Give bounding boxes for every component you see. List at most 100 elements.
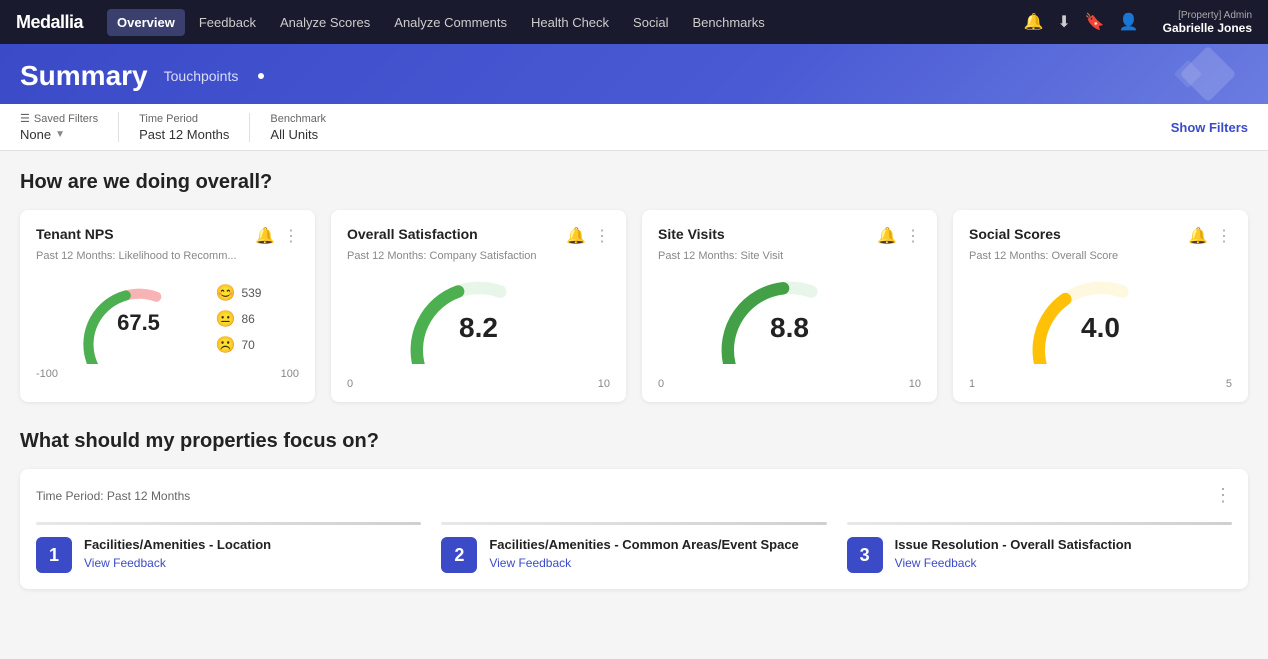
focus-item-name: Issue Resolution - Overall Satisfaction bbox=[895, 537, 1232, 554]
gauge-container: 67.5 😊 539 😐 86 ☹️ 70 -100 100 bbox=[36, 274, 299, 380]
nps-emoji: ☹️ bbox=[216, 335, 236, 355]
touchpoints-tab[interactable]: Touchpoints bbox=[164, 68, 239, 84]
focus-item-name: Facilities/Amenities - Location bbox=[84, 537, 421, 554]
gauge-container: 8.8 0 10 bbox=[658, 274, 921, 390]
focus-item: 2 Facilities/Amenities - Common Areas/Ev… bbox=[441, 537, 826, 573]
card-title: Site Visits bbox=[658, 226, 725, 242]
nav-link-analyze-comments[interactable]: Analyze Comments bbox=[384, 9, 517, 36]
focus-number: 1 bbox=[36, 537, 72, 573]
download-icon[interactable]: ⬇ bbox=[1057, 12, 1070, 32]
focus-text: Facilities/Amenities - Location View Fee… bbox=[84, 537, 421, 570]
score-card-overall-satisfaction: Overall Satisfaction 🔔 ⋮ Past 12 Months:… bbox=[331, 210, 626, 402]
gauge-wrapper: 67.5 bbox=[74, 274, 204, 364]
card-subtitle: Past 12 Months: Likelihood to Recomm... bbox=[36, 250, 299, 262]
focus-view-feedback-link[interactable]: View Feedback bbox=[895, 556, 977, 570]
nav-action-icons: 🔔 ⬇ 🔖 👤 [Property] Admin Gabrielle Jones bbox=[1023, 10, 1252, 35]
focus-items-grid: 1 Facilities/Amenities - Location View F… bbox=[36, 522, 1232, 573]
card-header: Social Scores 🔔 ⋮ bbox=[969, 226, 1232, 246]
focus-section-title: What should my properties focus on? bbox=[20, 430, 1248, 453]
gauge-legend: 0 10 bbox=[658, 378, 921, 390]
focus-divider bbox=[847, 522, 1232, 525]
card-subtitle: Past 12 Months: Company Satisfaction bbox=[347, 250, 610, 262]
focus-number: 2 bbox=[441, 537, 477, 573]
bookmark-icon[interactable]: 🔖 bbox=[1085, 12, 1105, 32]
filters-bar: ☰ Saved Filters None ▼ Time Period Past … bbox=[0, 104, 1268, 151]
card-actions: 🔔 ⋮ bbox=[566, 226, 610, 246]
gauge-legend: 0 10 bbox=[347, 378, 610, 390]
card-subtitle: Past 12 Months: Site Visit bbox=[658, 250, 921, 262]
filter-icon: ☰ bbox=[20, 112, 30, 125]
nav-links: Overview Feedback Analyze Scores Analyze… bbox=[107, 9, 1023, 36]
benchmark-label: Benchmark bbox=[270, 113, 326, 125]
card-menu-icon[interactable]: ⋮ bbox=[905, 226, 921, 246]
card-menu-icon[interactable]: ⋮ bbox=[1216, 226, 1232, 246]
time-period-label: Time Period bbox=[139, 113, 198, 125]
card-bell-icon[interactable]: 🔔 bbox=[255, 226, 275, 246]
nav-link-social[interactable]: Social bbox=[623, 9, 678, 36]
focus-card: Time Period: Past 12 Months ⋮ 1 Faciliti… bbox=[20, 469, 1248, 589]
nps-layout: 67.5 😊 539 😐 86 ☹️ 70 bbox=[74, 274, 262, 364]
saved-filters-label: Saved Filters bbox=[34, 113, 98, 125]
card-bell-icon[interactable]: 🔔 bbox=[877, 226, 897, 246]
gauge-wrapper: 4.0 bbox=[1021, 274, 1181, 374]
nps-emoji: 😐 bbox=[216, 309, 236, 329]
user-name: Gabrielle Jones bbox=[1163, 21, 1252, 35]
focus-time-period: Time Period: Past 12 Months bbox=[36, 489, 190, 503]
gauge-wrapper: 8.8 bbox=[710, 274, 870, 374]
nav-link-health-check[interactable]: Health Check bbox=[521, 9, 619, 36]
nps-stat-row: ☹️ 70 bbox=[216, 335, 262, 355]
card-title: Social Scores bbox=[969, 226, 1061, 242]
gauge-min: 0 bbox=[658, 378, 664, 390]
nav-link-feedback[interactable]: Feedback bbox=[189, 9, 266, 36]
benchmark-value: All Units bbox=[270, 127, 326, 142]
header-banner: Summary Touchpoints bbox=[0, 44, 1268, 104]
gauge-max: 10 bbox=[598, 378, 610, 390]
card-menu-icon[interactable]: ⋮ bbox=[594, 226, 610, 246]
focus-view-feedback-link[interactable]: View Feedback bbox=[84, 556, 166, 570]
saved-filters-group: ☰ Saved Filters None ▼ bbox=[20, 112, 119, 142]
notification-icon[interactable]: 🔔 bbox=[1023, 12, 1043, 32]
nav-link-benchmarks[interactable]: Benchmarks bbox=[682, 9, 774, 36]
focus-section: What should my properties focus on? Time… bbox=[20, 430, 1248, 589]
gauge-max: 5 bbox=[1226, 378, 1232, 390]
brand-logo[interactable]: Medallia bbox=[16, 12, 83, 33]
user-role: [Property] Admin bbox=[1178, 10, 1252, 21]
main-content: How are we doing overall? Tenant NPS 🔔 ⋮… bbox=[0, 151, 1268, 609]
gauge-max: 10 bbox=[909, 378, 921, 390]
gauge-value: 4.0 bbox=[1081, 312, 1120, 344]
saved-filters-value: None bbox=[20, 127, 51, 142]
gauge-value: 8.2 bbox=[459, 312, 498, 344]
card-bell-icon[interactable]: 🔔 bbox=[566, 226, 586, 246]
nav-link-analyze-scores[interactable]: Analyze Scores bbox=[270, 9, 380, 36]
saved-filters-select[interactable]: None ▼ bbox=[20, 127, 98, 142]
user-icon[interactable]: 👤 bbox=[1119, 12, 1139, 32]
card-menu-icon[interactable]: ⋮ bbox=[283, 226, 299, 246]
gauge-min: 1 bbox=[969, 378, 975, 390]
card-actions: 🔔 ⋮ bbox=[255, 226, 299, 246]
saved-filters-arrow: ▼ bbox=[55, 129, 65, 140]
focus-menu-icon[interactable]: ⋮ bbox=[1214, 485, 1232, 506]
card-header: Overall Satisfaction 🔔 ⋮ bbox=[347, 226, 610, 246]
nps-stat-row: 😐 86 bbox=[216, 309, 262, 329]
focus-card-header: Time Period: Past 12 Months ⋮ bbox=[36, 485, 1232, 506]
top-navigation: Medallia Overview Feedback Analyze Score… bbox=[0, 0, 1268, 44]
card-title: Tenant NPS bbox=[36, 226, 114, 242]
focus-item-name: Facilities/Amenities - Common Areas/Even… bbox=[489, 537, 826, 554]
focus-divider bbox=[36, 522, 421, 525]
card-subtitle: Past 12 Months: Overall Score bbox=[969, 250, 1232, 262]
nps-count: 70 bbox=[241, 338, 254, 352]
card-header: Tenant NPS 🔔 ⋮ bbox=[36, 226, 299, 246]
gauge-value: 8.8 bbox=[770, 312, 809, 344]
nav-link-overview[interactable]: Overview bbox=[107, 9, 185, 36]
focus-view-feedback-link[interactable]: View Feedback bbox=[489, 556, 571, 570]
time-period-group: Time Period Past 12 Months bbox=[139, 113, 250, 142]
time-period-value: Past 12 Months bbox=[139, 127, 229, 142]
score-cards-grid: Tenant NPS 🔔 ⋮ Past 12 Months: Likelihoo… bbox=[20, 210, 1248, 402]
card-bell-icon[interactable]: 🔔 bbox=[1188, 226, 1208, 246]
focus-item-2: 2 Facilities/Amenities - Common Areas/Ev… bbox=[441, 522, 826, 573]
user-info: [Property] Admin Gabrielle Jones bbox=[1163, 10, 1252, 35]
header-dot-indicator bbox=[258, 73, 264, 79]
score-card-site-visits: Site Visits 🔔 ⋮ Past 12 Months: Site Vis… bbox=[642, 210, 937, 402]
show-filters-button[interactable]: Show Filters bbox=[1171, 120, 1248, 135]
gauge-container: 8.2 0 10 bbox=[347, 274, 610, 390]
